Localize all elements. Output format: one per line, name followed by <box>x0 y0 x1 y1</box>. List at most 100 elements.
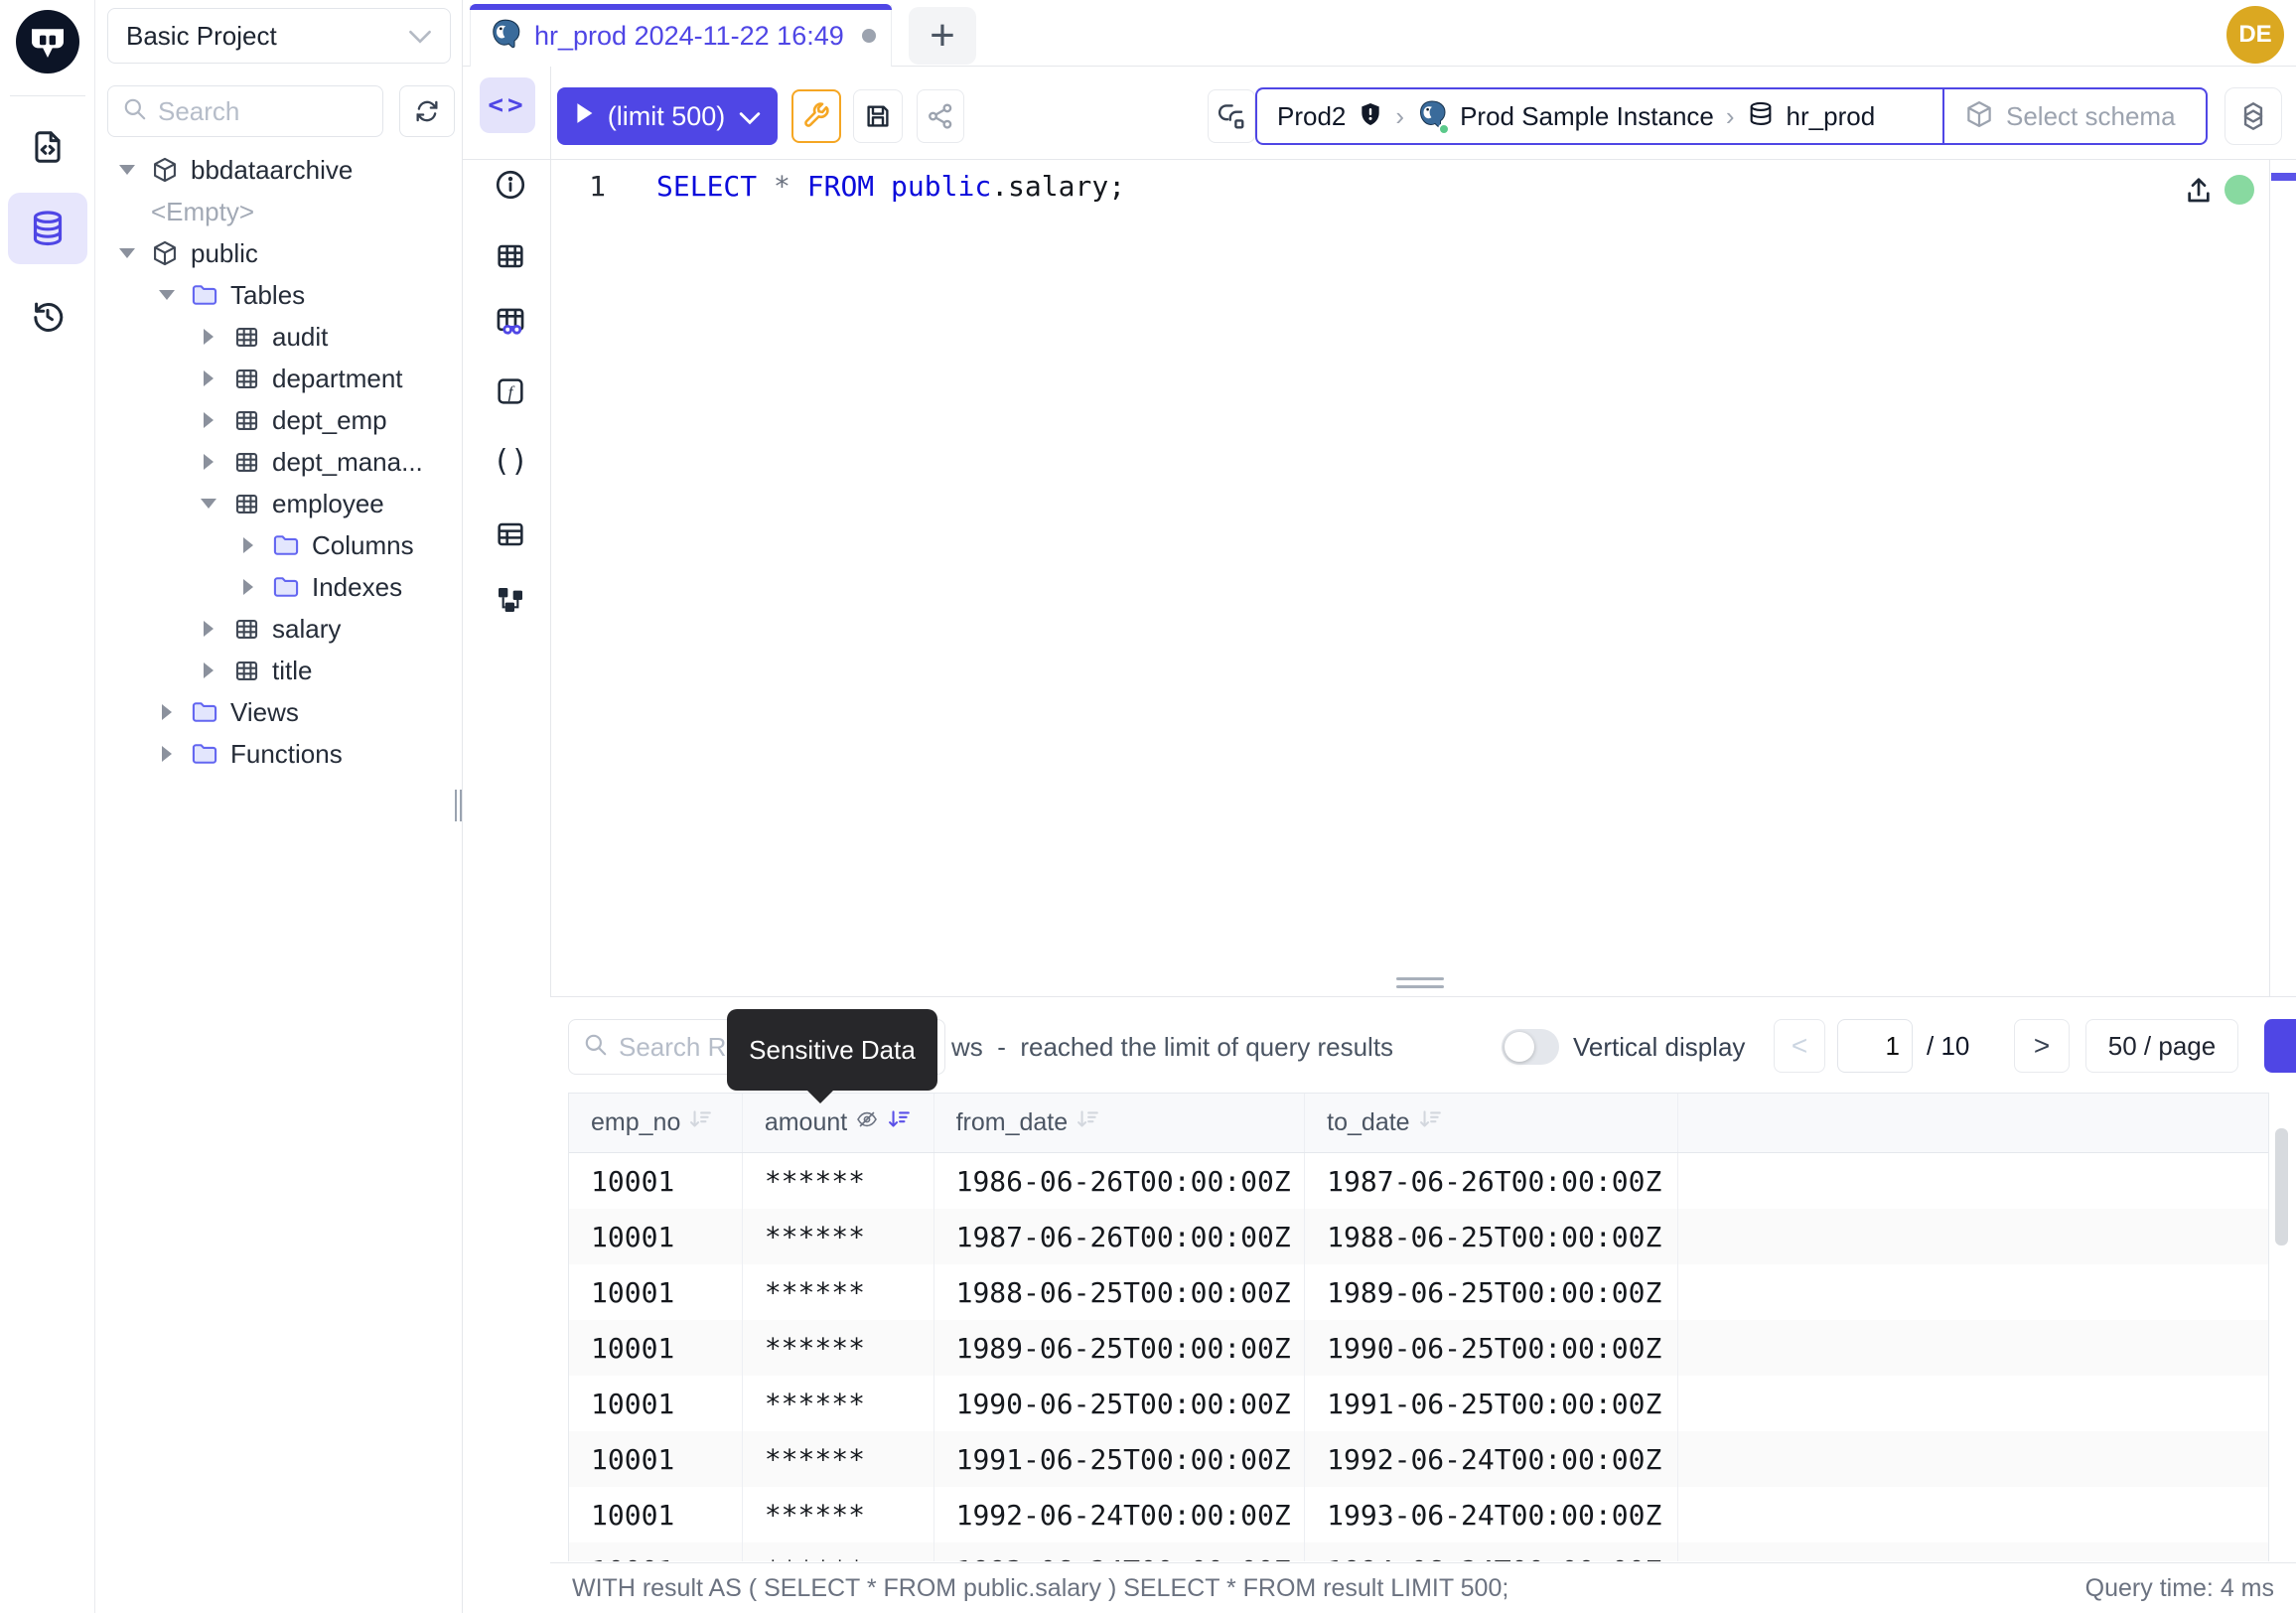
table-cell[interactable]: 10001 <box>569 1320 743 1376</box>
caret-right-icon[interactable] <box>238 579 258 595</box>
tables-icon[interactable] <box>493 238 528 274</box>
page-size-select[interactable]: 50 / page <box>2085 1019 2238 1073</box>
schema-diagram-icon[interactable] <box>493 582 528 618</box>
tree-item-public[interactable]: public <box>95 232 462 274</box>
table-cell[interactable]: 10001 <box>569 1153 743 1209</box>
table-cell[interactable]: 10001 <box>569 1542 743 1561</box>
save-button[interactable] <box>853 89 903 143</box>
sidebar-resize-handle[interactable] <box>455 790 465 821</box>
caret-right-icon[interactable] <box>199 454 218 470</box>
info-icon[interactable] <box>493 167 528 203</box>
table-cell[interactable]: ****** <box>743 1431 934 1487</box>
table-cell[interactable]: 1987-06-26T00:00:00Z <box>1305 1153 1678 1209</box>
sort-icon[interactable] <box>1076 1107 1099 1138</box>
caret-right-icon[interactable] <box>238 537 258 553</box>
project-selector[interactable]: Basic Project <box>107 8 451 64</box>
page-number-input[interactable] <box>1837 1019 1913 1073</box>
caret-right-icon[interactable] <box>157 746 177 762</box>
new-tab-button[interactable]: + <box>909 7 976 65</box>
tree-item-dept-emp[interactable]: dept_emp <box>95 399 462 441</box>
column-header-from-date[interactable]: from_date <box>934 1094 1306 1152</box>
tree-item-columns[interactable]: Columns <box>95 524 462 566</box>
table-cell[interactable]: ****** <box>743 1264 934 1320</box>
caret-right-icon[interactable] <box>199 621 218 637</box>
caret-right-icon[interactable] <box>199 370 218 386</box>
table-cell[interactable]: 1989-06-25T00:00:00Z <box>934 1320 1306 1376</box>
parentheses-icon[interactable]: () <box>493 443 528 479</box>
caret-right-icon[interactable] <box>157 704 177 720</box>
tree-item-functions[interactable]: Functions <box>95 733 462 775</box>
table-cell[interactable]: 1993-06-24T00:00:00Z <box>1305 1487 1678 1542</box>
tree-item-title[interactable]: title <box>95 650 462 691</box>
column-header-emp-no[interactable]: emp_no <box>569 1094 743 1152</box>
caret-down-icon[interactable] <box>157 290 177 300</box>
bytebase-logo-icon[interactable] <box>16 10 79 78</box>
refresh-icon[interactable] <box>399 85 455 137</box>
ai-assistant-icon[interactable] <box>2224 87 2282 145</box>
table-cell[interactable]: 1988-06-25T00:00:00Z <box>934 1264 1306 1320</box>
table-cell[interactable]: 1994-06-24T00:00:00Z <box>1305 1542 1678 1561</box>
vertical-display-toggle[interactable] <box>1502 1029 1559 1065</box>
tree-item-department[interactable]: department <box>95 358 462 399</box>
table-cell[interactable]: 10001 <box>569 1209 743 1264</box>
grid-scrollbar[interactable] <box>2275 1128 2288 1246</box>
tab-hr-prod[interactable]: hr_prod 2024-11-22 16:49 <box>470 5 892 67</box>
table-cell[interactable]: 1992-06-24T00:00:00Z <box>1305 1431 1678 1487</box>
panel-splitter-grip[interactable] <box>1396 985 1444 988</box>
run-query-button[interactable]: (limit 500) <box>557 87 778 145</box>
tree-item-bbdataarchive[interactable]: bbdataarchive <box>95 149 462 191</box>
tree-item-employee[interactable]: employee <box>95 483 462 524</box>
grid-icon[interactable] <box>493 516 528 552</box>
schema-selector[interactable]: Select schema <box>1942 89 2206 143</box>
connection-icon[interactable] <box>1208 89 1255 143</box>
history-icon[interactable] <box>8 280 87 352</box>
table-cell[interactable]: ****** <box>743 1376 934 1431</box>
table-cell[interactable]: 1991-06-25T00:00:00Z <box>1305 1376 1678 1431</box>
table-cell[interactable]: ****** <box>743 1320 934 1376</box>
prev-page-button[interactable]: < <box>1774 1019 1825 1073</box>
table-cell[interactable]: 1991-06-25T00:00:00Z <box>934 1431 1306 1487</box>
share-button[interactable] <box>917 89 964 143</box>
format-wrench-button[interactable] <box>791 89 841 143</box>
tree-item-salary[interactable]: salary <box>95 608 462 650</box>
next-page-button[interactable]: > <box>2014 1019 2070 1073</box>
table-cell[interactable]: 1993-06-24T00:00:00Z <box>934 1542 1306 1561</box>
worksheet-icon[interactable] <box>8 111 87 183</box>
tree-item-empty[interactable]: <Empty> <box>95 191 462 232</box>
breadcrumb[interactable]: Prod2 › Prod Sample Instance › hr_prod <box>1257 89 1942 143</box>
caret-right-icon[interactable] <box>199 329 218 345</box>
table-cell[interactable]: 1990-06-25T00:00:00Z <box>934 1376 1306 1431</box>
scroll-position-mark[interactable] <box>2271 173 2296 181</box>
panel-splitter-grip[interactable] <box>1396 977 1444 980</box>
caret-down-icon[interactable] <box>117 248 137 258</box>
panel-splitter[interactable] <box>550 996 2296 997</box>
function-icon[interactable]: f <box>493 373 528 409</box>
table-cell[interactable]: 10001 <box>569 1431 743 1487</box>
tree-item-indexes[interactable]: Indexes <box>95 566 462 608</box>
chevron-down-icon[interactable] <box>739 101 761 132</box>
caret-right-icon[interactable] <box>199 662 218 678</box>
table-cell[interactable]: 1989-06-25T00:00:00Z <box>1305 1264 1678 1320</box>
caret-down-icon[interactable] <box>199 499 218 509</box>
table-search-icon[interactable] <box>493 304 528 340</box>
caret-down-icon[interactable] <box>117 165 137 175</box>
sql-code-line[interactable]: SELECT * FROM public.salary; <box>656 165 1125 209</box>
database-panel-icon[interactable] <box>8 193 87 264</box>
code-panel-icon[interactable]: <> <box>480 77 535 133</box>
table-cell[interactable]: 1986-06-26T00:00:00Z <box>934 1153 1306 1209</box>
column-header-amount[interactable]: amount <box>743 1094 934 1152</box>
table-cell[interactable]: 10001 <box>569 1487 743 1542</box>
search-input[interactable] <box>158 96 347 127</box>
column-header-to-date[interactable]: to_date <box>1305 1094 1678 1152</box>
table-cell[interactable]: 1992-06-24T00:00:00Z <box>934 1487 1306 1542</box>
export-button[interactable] <box>2264 1019 2296 1073</box>
table-cell[interactable]: ****** <box>743 1487 934 1542</box>
upload-icon[interactable] <box>2183 175 2215 212</box>
sidebar-divider[interactable] <box>462 0 463 1613</box>
tree-item-tables[interactable]: Tables <box>95 274 462 316</box>
table-cell[interactable]: 10001 <box>569 1376 743 1431</box>
sort-icon[interactable] <box>1418 1107 1442 1138</box>
table-cell[interactable]: ****** <box>743 1209 934 1264</box>
sort-icon[interactable] <box>688 1107 712 1138</box>
caret-right-icon[interactable] <box>199 412 218 428</box>
